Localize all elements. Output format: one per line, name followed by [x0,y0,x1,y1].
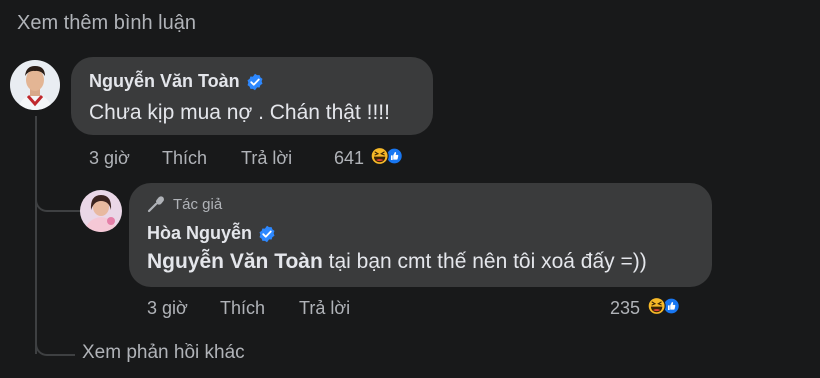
verified-badge-icon [247,73,263,90]
reply-text-body: tại bạn cmt thế nên tôi xoá đấy =)) [322,250,647,273]
see-more-comments-link[interactable]: Xem thêm bình luận [17,12,196,35]
author-tag-label: Tác giả [173,195,223,213]
reply-button[interactable]: Trả lời [241,148,292,169]
see-more-replies-link[interactable]: Xem phản hồi khác [82,342,245,364]
reaction-icons[interactable] [647,291,681,326]
reaction-count[interactable]: 235 [610,298,640,319]
verified-badge-icon [259,225,275,242]
comment-time[interactable]: 3 giờ [89,148,130,169]
reply-button[interactable]: Trả lời [299,298,350,319]
comment-text: Chưa kịp mua nợ . Chán thật !!!! [89,101,390,124]
author-name[interactable]: Hòa Nguyễn [147,223,252,244]
like-button[interactable]: Thích [220,298,265,319]
reaction-count[interactable]: 641 [334,148,364,169]
like-reaction-icon [662,297,680,315]
microphone-icon [147,196,164,213]
reply-time[interactable]: 3 giờ [147,298,188,319]
comment-author[interactable]: Nguyễn Văn Toàn [89,71,264,92]
reaction-icons[interactable] [370,141,404,176]
user-avatar-icon [10,60,60,110]
mention-link[interactable]: Nguyễn Văn Toàn [147,250,323,273]
thread-branch-2 [35,334,75,356]
like-button[interactable]: Thích [162,148,207,169]
user-avatar-icon [80,190,122,232]
like-reaction-icon [385,147,403,165]
reply-text: Nguyễn Văn Toàn tại bạn cmt thế nên tôi … [147,250,647,274]
author-tag: Tác giả [147,195,222,213]
thread-branch-1 [35,190,81,212]
reply-bubble: Tác giả Hòa Nguyễn Nguyễn Văn Toàn tại b… [129,183,712,287]
avatar[interactable] [10,60,60,110]
haha-reaction-icon [370,146,389,166]
haha-reaction-icon [647,296,666,316]
reply-avatar[interactable] [80,190,122,232]
thread-line [35,116,37,354]
reply-author[interactable]: Hòa Nguyễn [147,223,276,244]
author-name[interactable]: Nguyễn Văn Toàn [89,71,240,92]
comment-bubble: Nguyễn Văn Toàn Chưa kịp mua nợ . Chán t… [71,57,433,135]
